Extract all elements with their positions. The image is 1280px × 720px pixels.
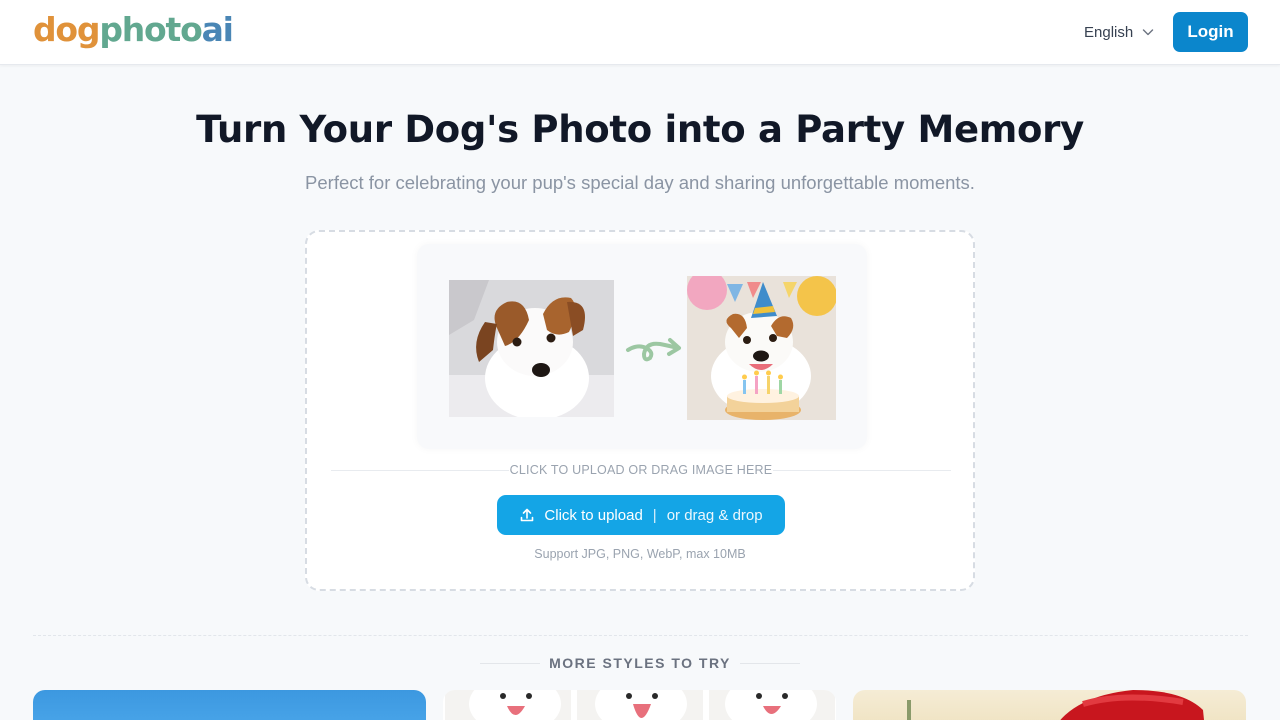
more-styles-header: MORE STYLES TO TRY [480,653,800,673]
login-button[interactable]: Login [1173,12,1248,52]
style-card-white-puppies[interactable] [443,690,836,720]
language-selector[interactable]: English [1084,22,1155,42]
upload-divider: CLICK TO UPLOAD OR DRAG IMAGE HERE [331,462,951,478]
drag-drop-label: or drag & drop [666,506,763,524]
before-photo [449,280,614,417]
section-divider [33,635,1248,636]
puppy-thumbnail [445,690,571,720]
puppy-thumbnail [709,690,835,720]
upload-button-separator: | [652,506,657,524]
example-preview [417,244,867,449]
style-card-santa-hat[interactable] [853,690,1246,720]
logo[interactable]: dogphotoai [33,10,234,50]
upload-icon [521,508,534,522]
puppy-thumbnail [577,690,703,720]
chevron-down-icon [1143,29,1154,36]
page-title: Turn Your Dog's Photo into a Party Memor… [196,108,1084,151]
upload-button[interactable]: Click to upload | or drag & drop [497,495,785,535]
page-subtitle: Perfect for celebrating your pup's speci… [305,172,975,193]
style-card-blue-sky[interactable] [33,690,426,720]
site-header: dogphotoai English Login [0,0,1280,65]
support-text: Support JPG, PNG, WebP, max 10MB [534,547,746,561]
upload-button-label: Click to upload [544,506,643,524]
after-photo [687,276,836,420]
upload-dropzone[interactable]: CLICK TO UPLOAD OR DRAG IMAGE HERE Click… [305,230,975,591]
swirl-arrow-icon [626,338,681,362]
santa-hat-thumbnail [907,690,1204,720]
language-label: English [1084,23,1134,41]
